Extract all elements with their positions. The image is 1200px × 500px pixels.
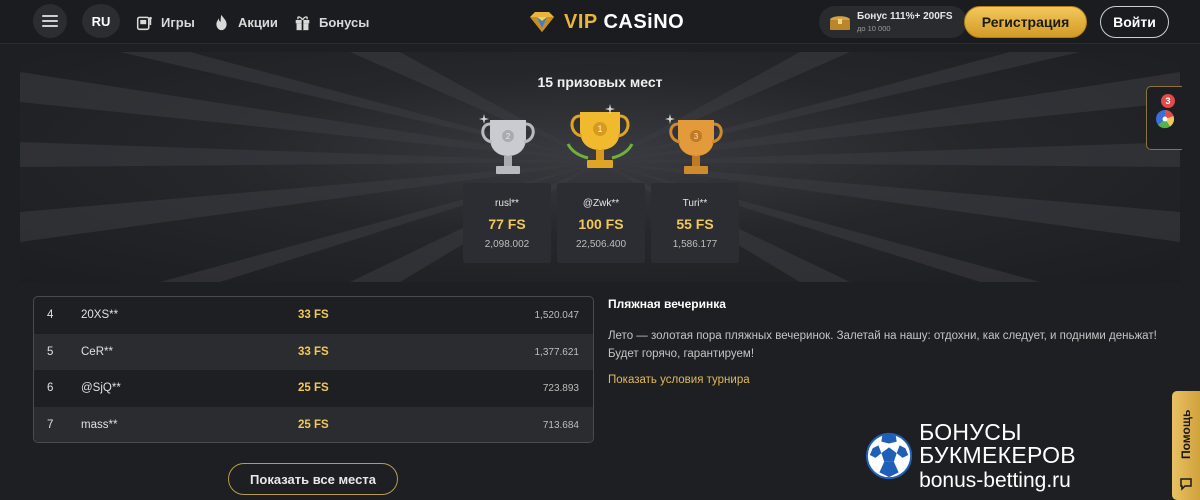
winner-prize: 55 FS <box>676 216 714 232</box>
row-rank: 7 <box>47 418 54 431</box>
help-label: Помощь <box>1179 409 1193 459</box>
row-score: 723.893 <box>542 383 579 394</box>
slot-machine-icon <box>136 16 152 30</box>
silver-trophy-icon: 2 <box>479 114 535 174</box>
nav-promotions[interactable]: Акции <box>213 12 278 32</box>
row-player: mass** <box>81 418 118 431</box>
prize-places-title: 15 призовых мест <box>537 74 663 90</box>
logo-text: VIP CASiNO <box>564 10 685 33</box>
table-row: 4 20XS** 33 FS 1,520.047 <box>34 297 593 334</box>
leaderboard-table: 4 20XS** 33 FS 1,520.047 5 CeR** 33 FS 1… <box>33 296 594 443</box>
row-player: @SjQ** <box>81 382 121 394</box>
podium-section: 15 призовых мест 2 1 3 rusl** 77 FS 2,09… <box>20 52 1180 282</box>
winner-prize: 77 FS <box>488 216 526 232</box>
soccer-ball-icon <box>865 432 913 480</box>
winner-name: rusl** <box>495 198 519 209</box>
row-score: 1,520.047 <box>534 310 580 321</box>
row-rank: 5 <box>47 345 54 358</box>
login-button[interactable]: Войти <box>1100 6 1169 38</box>
table-row: 5 CeR** 33 FS 1,377.621 <box>34 333 593 370</box>
row-score: 1,377.621 <box>534 346 580 358</box>
table-row: 6 @SjQ** 25 FS 723.893 <box>34 370 593 407</box>
bonus-title: Бонус 111%+ 200FS <box>857 10 953 22</box>
trophy-place-1: 1 <box>597 124 602 134</box>
winner-card-place-3: Turi** 55 FS 1,586.177 <box>651 183 739 263</box>
gold-trophy-icon: 1 <box>566 104 634 168</box>
tournament-title: Пляжная вечеринка <box>608 297 726 311</box>
row-prize: 25 FS <box>298 382 329 394</box>
fortune-wheel-widget[interactable]: 3 <box>1146 86 1182 150</box>
winner-card-place-1: @Zwk** 100 FS 22,506.400 <box>557 183 645 263</box>
register-button[interactable]: Регистрация <box>964 6 1087 38</box>
show-all-places-button[interactable]: Показать все места <box>228 463 398 495</box>
trophy-place-3: 3 <box>694 132 699 141</box>
row-prize: 25 FS <box>298 418 329 431</box>
row-rank: 6 <box>47 382 54 394</box>
row-player: CeR** <box>81 345 113 358</box>
diamond-icon <box>530 12 554 32</box>
table-row: 7 mass** 25 FS 713.684 <box>34 406 593 442</box>
row-score: 713.684 <box>542 419 579 431</box>
trophy-place-2: 2 <box>506 132 511 141</box>
winner-score: 1,586.177 <box>672 239 718 250</box>
nav-bonuses-label: Бонусы <box>319 14 370 30</box>
top-header: RU Игры Акции Бонусы VIP CASiNO Бонус 11… <box>0 0 1200 44</box>
flame-icon <box>216 14 227 30</box>
row-player: 20XS** <box>81 309 119 321</box>
watermark: БОНУСЫ БУКМЕКЕРОВ bonus-betting.ru <box>865 421 1175 491</box>
treasure-chest-icon <box>830 16 850 30</box>
winner-score: 2,098.002 <box>484 239 530 250</box>
winner-prize: 100 FS <box>578 216 624 232</box>
hamburger-icon[interactable] <box>33 4 67 38</box>
chat-icon <box>1180 478 1192 491</box>
bonus-subtitle: до 10 000 <box>857 23 891 33</box>
help-tab[interactable]: Помощь <box>1172 391 1200 500</box>
welcome-bonus-badge[interactable]: Бонус 111%+ 200FS до 10 000 <box>819 6 967 38</box>
winner-name: Turi** <box>682 198 708 209</box>
nav-games[interactable]: Игры <box>136 12 195 32</box>
site-logo[interactable]: VIP CASiNO <box>527 8 684 36</box>
watermark-line1: БОНУСЫ БУКМЕКЕРОВ <box>919 419 1076 468</box>
nav-promotions-label: Акции <box>238 14 278 30</box>
bronze-trophy-icon: 3 <box>665 114 723 174</box>
winner-score: 22,506.400 <box>575 239 627 250</box>
tournament-conditions-link[interactable]: Показать условия турнира <box>608 374 750 386</box>
tournament-description: Лето — золотая пора пляжных вечеринок. З… <box>608 330 1157 360</box>
notification-badge: 3 <box>1161 94 1175 108</box>
fortune-wheel-icon <box>1156 109 1175 129</box>
row-prize: 33 FS <box>298 309 329 321</box>
row-prize: 33 FS <box>298 345 329 358</box>
nav-bonuses[interactable]: Бонусы <box>294 12 369 32</box>
nav-games-label: Игры <box>161 14 195 30</box>
gift-icon <box>295 15 310 30</box>
row-rank: 4 <box>47 309 54 321</box>
watermark-line2: bonus-betting.ru <box>919 469 1071 492</box>
winner-card-place-2: rusl** 77 FS 2,098.002 <box>463 183 551 263</box>
winner-name: @Zwk** <box>582 198 620 209</box>
language-switcher[interactable]: RU <box>82 4 120 38</box>
